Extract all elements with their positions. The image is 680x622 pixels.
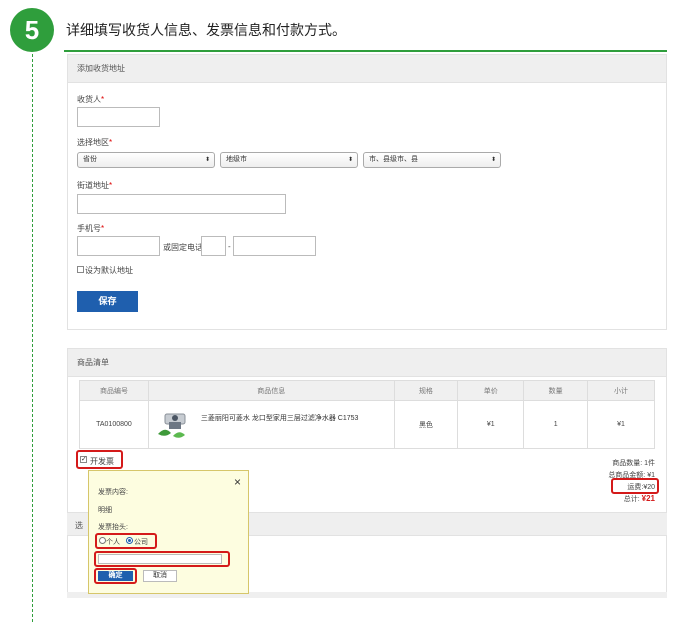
company-radio-label: 公司 bbox=[134, 539, 148, 546]
radio-selected-dot bbox=[128, 539, 131, 542]
header-qty: 数量 bbox=[523, 380, 589, 401]
phone-dash: - bbox=[228, 242, 231, 251]
payment-section-title: 选 bbox=[75, 521, 83, 530]
save-button[interactable]: 保存 bbox=[77, 291, 138, 312]
personal-radio[interactable] bbox=[99, 537, 106, 544]
personal-radio-label: 个人 bbox=[106, 539, 120, 546]
page: 5 详细填写收货人信息、发票信息和付款方式。 添加收货地址 收货人* 选择地区*… bbox=[0, 0, 680, 622]
select-arrows-icon: ⬍ bbox=[347, 157, 353, 163]
header-subtotal: 小计 bbox=[587, 380, 655, 401]
cell-qty: 1 bbox=[523, 400, 589, 449]
mobile-input[interactable] bbox=[77, 236, 160, 256]
receiver-label: 收货人* bbox=[77, 95, 105, 104]
cell-price: ¥1 bbox=[457, 400, 525, 449]
cancel-button[interactable]: 取消 bbox=[143, 570, 177, 582]
address-panel-title: 添加收货地址 bbox=[68, 55, 666, 83]
area-code-input[interactable] bbox=[201, 236, 226, 256]
summary-count: 商品数量: 1件 bbox=[612, 460, 655, 467]
goods-panel-title: 商品清单 bbox=[68, 349, 666, 377]
summary-total: 总计: ¥21 bbox=[623, 494, 655, 503]
water-purifier-icon bbox=[157, 413, 186, 438]
cell-subtotal: ¥1 bbox=[587, 400, 655, 449]
invoice-title-input[interactable] bbox=[98, 554, 222, 564]
header-price: 单价 bbox=[457, 380, 525, 401]
invoice-toggle-label: 开发票 bbox=[90, 457, 114, 466]
invoice-content-label: 发票内容: bbox=[98, 489, 128, 496]
invoice-checkbox[interactable]: ✓ bbox=[80, 456, 87, 463]
select-arrows-icon: ⬍ bbox=[490, 157, 496, 163]
receiver-input[interactable] bbox=[77, 107, 160, 127]
goods-table-header: 商品编号 商品信息 规格 单价 数量 小计 bbox=[79, 380, 655, 401]
street-label: 街道地址* bbox=[77, 181, 113, 190]
invoice-header-label: 发票抬头: bbox=[98, 524, 128, 531]
province-select[interactable]: 省份 ⬍ bbox=[77, 152, 215, 168]
default-address-label: 设为默认地址 bbox=[85, 266, 133, 275]
cell-info: 三菱丽阳可菱水 龙口型家用三层过滤净水器 C1753 bbox=[147, 400, 395, 449]
invoice-popup: × 发票内容: 明细 发票抬头: 个人 公司 确定 取消 bbox=[88, 470, 249, 594]
goods-table: 商品编号 商品信息 规格 单价 数量 小计 TA0100800 三菱丽阳可菱水 … bbox=[79, 380, 655, 449]
cell-spec: 黑色 bbox=[393, 400, 459, 449]
landline-input[interactable] bbox=[233, 236, 316, 256]
select-arrows-icon: ⬍ bbox=[204, 157, 210, 163]
header-info: 商品信息 bbox=[147, 380, 395, 401]
step-number-badge: 5 bbox=[10, 8, 54, 52]
invoice-content-value: 明细 bbox=[98, 507, 112, 514]
header-code: 商品编号 bbox=[79, 380, 149, 401]
table-row: TA0100800 三菱丽阳可菱水 龙口型家用三层过滤净水器 C1753 黑色 … bbox=[79, 400, 655, 449]
region-label: 选择地区* bbox=[77, 138, 113, 147]
street-input[interactable] bbox=[77, 194, 286, 214]
default-address-checkbox[interactable] bbox=[77, 266, 84, 273]
close-icon[interactable]: × bbox=[234, 475, 241, 489]
county-select[interactable]: 市、县级市、县 ⬍ bbox=[363, 152, 501, 168]
landline-label: 或固定电话 bbox=[163, 243, 203, 252]
summary-shipping: 运费:¥20 bbox=[627, 484, 655, 491]
timeline-dashed-line bbox=[32, 54, 33, 622]
cell-code: TA0100800 bbox=[79, 400, 149, 449]
phone-label: 手机号* bbox=[77, 224, 105, 233]
confirm-button[interactable]: 确定 bbox=[98, 571, 133, 581]
product-name[interactable]: 三菱丽阳可菱水 龙口型家用三层过滤净水器 C1753 bbox=[201, 413, 359, 423]
step-instruction: 详细填写收货人信息、发票信息和付款方式。 bbox=[66, 22, 346, 38]
section-top-border bbox=[64, 50, 667, 52]
header-spec: 规格 bbox=[393, 380, 459, 401]
city-select[interactable]: 地级市 ⬍ bbox=[220, 152, 358, 168]
company-radio[interactable] bbox=[126, 537, 133, 544]
address-panel: 添加收货地址 bbox=[67, 54, 667, 330]
